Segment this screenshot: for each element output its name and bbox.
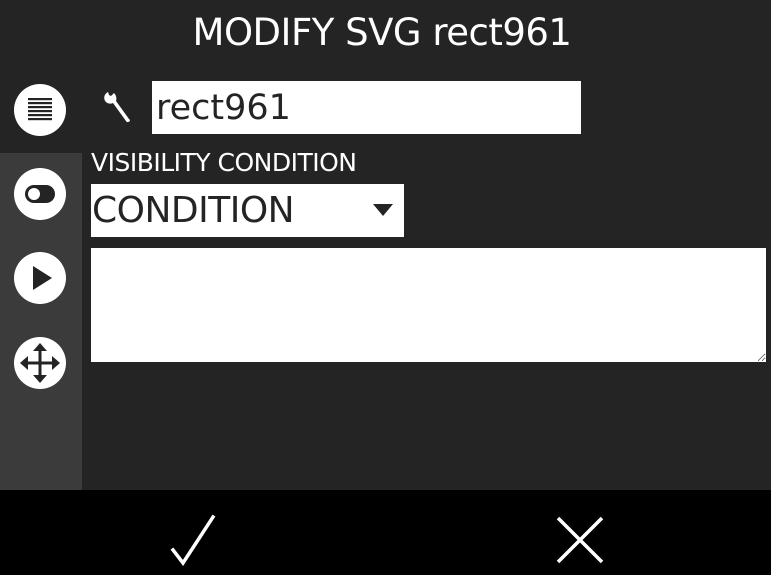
dialog-footer [0,490,771,575]
sidebar-item-visibility[interactable] [14,168,66,220]
sidebar-item-animation[interactable] [14,252,66,304]
visibility-condition-label: VISIBILITY CONDITION [91,148,357,177]
close-icon [556,516,604,564]
chevron-down-icon [373,204,393,216]
list-icon [28,98,52,121]
modify-svg-dialog: MODIFY SVG rect961 rect961 VISIBILITY CO… [0,0,771,575]
checkmark-icon [170,514,216,566]
move-arrows-icon [20,343,60,383]
toggle-icon [25,185,55,203]
condition-select-value: CONDITION [92,190,295,231]
sidebar-item-move[interactable] [14,337,66,389]
cancel-button[interactable] [386,490,771,575]
confirm-button[interactable] [0,490,386,575]
condition-select[interactable]: CONDITION [91,184,404,237]
dialog-title: MODIFY SVG rect961 [192,11,572,54]
sidebar-item-properties[interactable] [14,84,66,136]
play-icon [33,266,52,290]
wrench-icon [104,92,130,123]
element-name-input[interactable] [152,81,581,134]
condition-textarea[interactable] [91,248,766,362]
